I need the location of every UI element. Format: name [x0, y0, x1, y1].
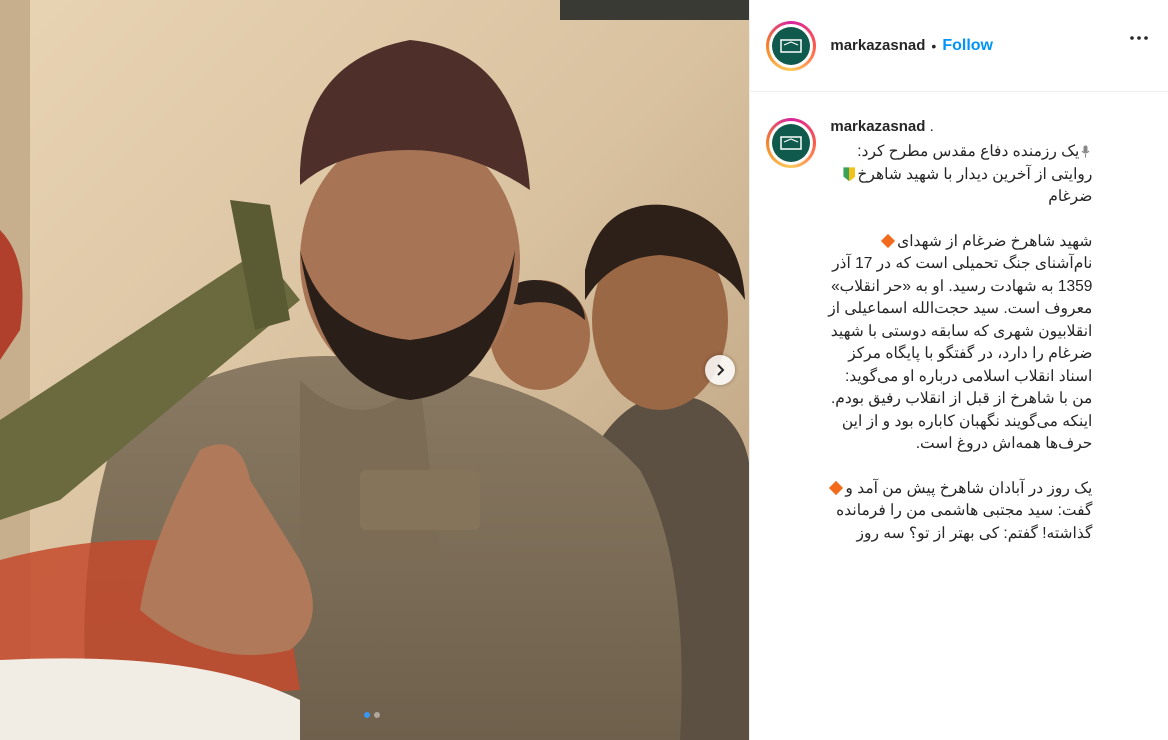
caption-line: گفت: سید مجتبی هاشمی من را فرمانده [836, 502, 1093, 519]
caption-line: نام‌آشنای جنگ تحمیلی است که در 17 آذر [832, 255, 1093, 272]
carousel-dot [374, 712, 380, 718]
logo-icon [780, 136, 803, 150]
caption-area: markazasnad . یک رزمنده دفاع مقدس مطرح ک… [750, 92, 1168, 740]
caption-line: اینکه می‌گویند نگهبان کاباره بود و از ای… [841, 412, 1093, 430]
logo-icon [780, 38, 803, 53]
caption-line: ضرغام [1048, 188, 1093, 205]
beginner-badge-icon [843, 167, 856, 182]
separator-dot: • [931, 37, 937, 54]
username-link[interactable]: markazasnad [830, 37, 925, 54]
microphone-icon [1081, 145, 1090, 158]
caption-line: حرف‌ها همه‌اش دروغ است. [915, 435, 1093, 452]
caption-line: ضرغام را دارد، در گفتگو با پایگاه مرکز [848, 345, 1093, 362]
more-options-icon[interactable] [1130, 36, 1148, 40]
caption-body: markazasnad . یک رزمنده دفاع مقدس مطرح ک… [828, 118, 1093, 740]
follow-button[interactable]: Follow [942, 37, 993, 55]
instagram-post: markazasnad • Follow markazasnad . یک رز… [0, 0, 1168, 740]
carousel-next-button[interactable] [705, 355, 735, 385]
caption-username[interactable]: markazasnad . [830, 118, 1092, 135]
orange-diamond-icon [881, 234, 896, 249]
post-header: markazasnad • Follow [750, 0, 1168, 92]
post-photo[interactable] [0, 0, 750, 740]
caption-line: اسناد انقلاب اسلامی درباره او می‌گوید: [844, 367, 1093, 385]
orange-diamond-icon [829, 481, 844, 496]
caption-line: شهید شاهرخ ضرغام از شهدای [830, 231, 1092, 254]
caption-line: روایتی از آخرین دیدار با شهید شاهرخ [830, 164, 1092, 187]
caption-avatar[interactable] [766, 118, 817, 168]
post-sidebar: markazasnad • Follow markazasnad . یک رز… [749, 0, 1168, 740]
avatar[interactable] [766, 20, 817, 71]
caption-line: معروف است. سید حجت‌الله اسماعیلی از [828, 300, 1093, 317]
chevron-right-icon [717, 364, 725, 376]
caption-line: انقلابیون شهری که سابقه دوستی با شهید [830, 322, 1093, 340]
carousel-dot-active [364, 712, 370, 718]
war-photo-image [0, 0, 750, 740]
caption-line: یک روز در آبادان شاهرخ پیش من آمد و [829, 478, 1092, 501]
carousel-indicator [364, 712, 380, 718]
caption-line: من با شاهرخ از قبل از انقلاب رفیق بودم. [830, 390, 1093, 407]
caption-line: یک رزمنده دفاع مقدس مطرح کرد: [830, 141, 1092, 164]
caption-line: گذاشته! گفتم: کی بهتر از تو؟ سه روز [856, 524, 1093, 542]
caption-line: 1359 به شهادت رسید. او به «حر انقلاب» [831, 277, 1093, 295]
